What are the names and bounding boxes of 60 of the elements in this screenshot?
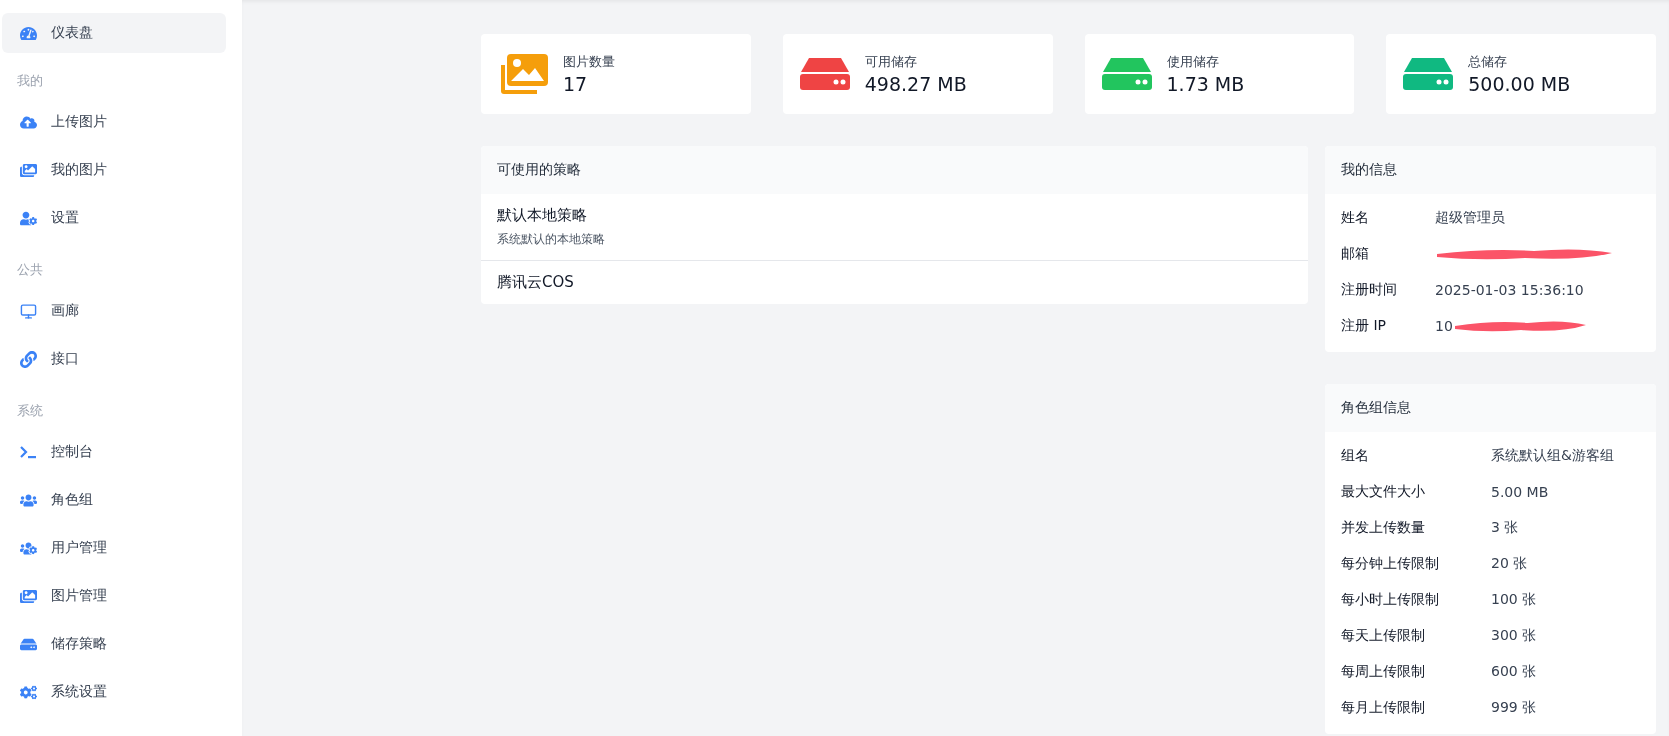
sidebar-item[interactable]: 储存策略 <box>2 620 226 668</box>
terminal-icon <box>19 445 37 459</box>
section-heading: 公共 <box>16 261 44 279</box>
section-heading: 我的 <box>16 72 44 90</box>
info-value: 系统默认组&游客组 <box>1491 446 1615 465</box>
info-label: 每小时上传限制 <box>1341 590 1440 609</box>
info-label: 并发上传数量 <box>1341 518 1426 537</box>
info-label: 每周上传限制 <box>1341 662 1426 681</box>
info-value: 600 张 <box>1491 662 1538 681</box>
sidebar-item[interactable]: 接口 <box>2 335 226 383</box>
info-label: 注册 IP <box>1341 316 1388 335</box>
sidebar-item[interactable]: 设置 <box>2 194 226 242</box>
sidebar-item[interactable]: 系统设置 <box>2 668 226 716</box>
policy-name: 腾讯云COS <box>497 273 575 292</box>
sidebar-item[interactable]: 画廊 <box>2 287 226 335</box>
stat-value: 498.27 MB <box>864 73 967 95</box>
stat-value: 500.00 MB <box>1468 73 1571 95</box>
info-label: 邮箱 <box>1341 244 1370 263</box>
policy-description: 系统默认的本地策略 <box>497 231 606 248</box>
info-value: 2025-01-03 15:36:10 <box>1435 281 1584 300</box>
dashboard-icon <box>19 24 37 42</box>
panel-title: 角色组信息 <box>1325 384 1656 432</box>
info-value: 超级管理员 <box>1435 208 1505 227</box>
info-label: 最大文件大小 <box>1341 482 1426 501</box>
sidebar-item[interactable]: 图片管理 <box>2 572 226 620</box>
gears-icon <box>19 683 37 701</box>
stat-label: 总储存 <box>1468 53 1509 71</box>
policy-name: 默认本地策略 <box>497 206 588 225</box>
info-value: 5.00 MB <box>1491 483 1550 502</box>
info-label: 姓名 <box>1341 208 1370 227</box>
info-label: 每天上传限制 <box>1341 626 1426 645</box>
stat-label: 可用储存 <box>864 53 918 71</box>
info-value: 20 张 <box>1491 554 1529 573</box>
sidebar-item[interactable]: 上传图片 <box>2 98 226 146</box>
user-gear-icon <box>19 209 37 227</box>
info-value: 300 张 <box>1491 626 1538 645</box>
stat-value: 17 <box>563 73 589 95</box>
panel-title: 可使用的策略 <box>481 146 1308 194</box>
sidebar-item[interactable]: 控制台 <box>2 428 226 476</box>
sidebar-item[interactable]: 角色组 <box>2 476 226 524</box>
stat-value: 1.73 MB <box>1166 73 1245 95</box>
monitor-icon <box>19 302 37 320</box>
sidebar-item[interactable]: 我的图片 <box>2 146 226 194</box>
info-label: 每月上传限制 <box>1341 698 1426 717</box>
images-icon <box>19 587 37 605</box>
info-label: 组名 <box>1341 446 1370 465</box>
sidebar-item[interactable]: 用户管理 <box>2 524 226 572</box>
section-heading: 系统 <box>16 402 44 420</box>
images-icon <box>19 161 37 179</box>
info-value: 10 <box>1435 317 1453 336</box>
panel-title: 我的信息 <box>1325 146 1656 194</box>
info-label: 每分钟上传限制 <box>1341 554 1440 573</box>
info-value: 999 张 <box>1491 698 1538 717</box>
stat-label: 图片数量 <box>563 53 615 71</box>
sidebar-item[interactable]: 仪表盘 <box>2 13 226 53</box>
info-value: 100 张 <box>1491 590 1538 609</box>
info-value: 3 张 <box>1491 518 1520 537</box>
stat-label: 使用储存 <box>1166 53 1220 71</box>
info-label: 注册时间 <box>1341 280 1398 299</box>
link-icon <box>19 350 37 368</box>
